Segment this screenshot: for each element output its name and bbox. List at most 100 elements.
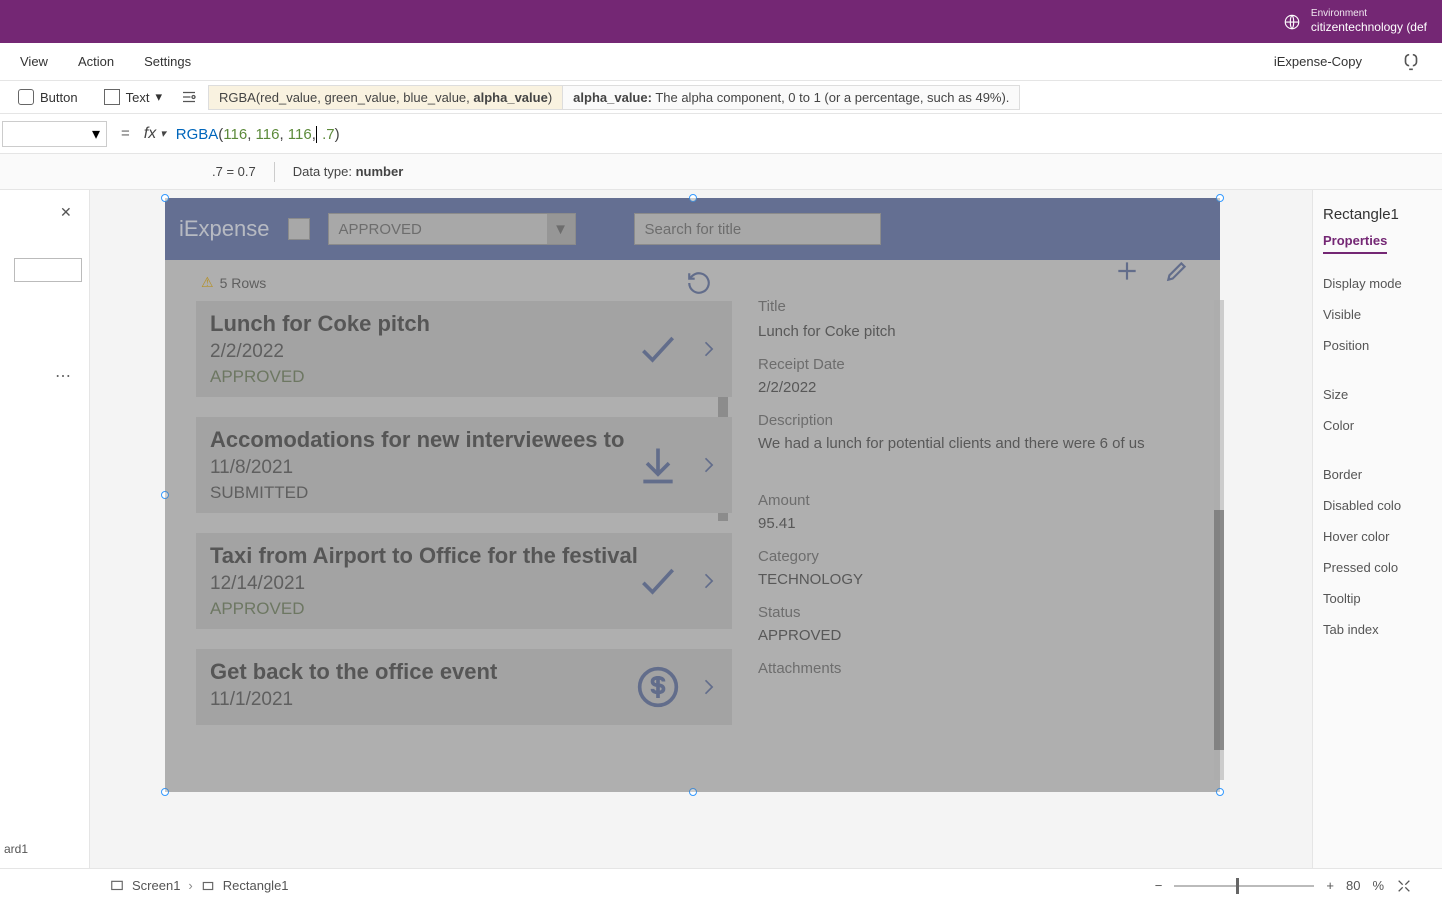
environment-value: citizentechnology (def [1311, 20, 1427, 36]
expense-card[interactable]: Accomodations for new interviewees to11/… [196, 417, 732, 513]
detail-date-value: 2/2/2022 [758, 379, 1202, 396]
property-row[interactable]: Tab index [1323, 614, 1432, 645]
tree-view-pane: ✕ ⋯ [0, 190, 90, 902]
formula-input[interactable]: RGBA(116, 116, 116, .7) [166, 125, 1442, 143]
zoom-slider[interactable] [1174, 885, 1314, 887]
detail-date-label: Receipt Date [758, 356, 1202, 373]
expense-detail-pane: Title Lunch for Coke pitch Receipt Date … [740, 260, 1220, 792]
expense-card[interactable]: Get back to the office event11/1/2021 [196, 649, 732, 725]
settings-icon[interactable] [180, 88, 198, 106]
insert-text[interactable]: Text ▾ [96, 85, 170, 109]
add-icon[interactable] [1114, 258, 1140, 284]
search-tree-input[interactable] [14, 258, 82, 282]
edit-icon[interactable] [1164, 258, 1190, 284]
property-row[interactable]: Size [1323, 379, 1432, 410]
file-name: iExpense-Copy [1274, 54, 1362, 69]
text-label: Text [126, 90, 150, 105]
chevron-right-icon[interactable] [698, 564, 718, 598]
result-value: .7 = 0.7 [212, 164, 256, 179]
environment-icon [1283, 13, 1301, 31]
property-row[interactable]: Border [1323, 459, 1432, 490]
status-icon [636, 665, 680, 709]
property-row[interactable]: Pressed colo [1323, 552, 1432, 583]
detail-status-label: Status [758, 604, 1202, 621]
app-checker-icon[interactable] [1400, 51, 1422, 73]
text-icon [104, 89, 120, 105]
chevron-down-icon: ▾ [155, 89, 162, 105]
insert-toolbar: Button Text ▾ RGBA(red_value, green_valu… [0, 81, 1442, 114]
fx-label[interactable]: fx▾ [144, 125, 166, 143]
chevron-right-icon[interactable] [698, 448, 718, 482]
property-row[interactable]: Display mode [1323, 268, 1432, 299]
dropdown-value: APPROVED [339, 221, 422, 238]
tree-node-label: ard1 [4, 842, 28, 856]
property-row[interactable]: Disabled colo [1323, 490, 1432, 521]
chevron-right-icon: › [188, 878, 192, 893]
button-icon [18, 89, 34, 105]
title-bar: Environment citizentechnology (def [0, 0, 1442, 43]
breadcrumb-element[interactable]: Rectangle1 [223, 878, 289, 893]
menu-view[interactable]: View [20, 54, 48, 69]
zoom-value: 80 [1346, 878, 1360, 893]
detail-status-value: APPROVED [758, 627, 1202, 644]
zoom-out-icon[interactable]: − [1155, 878, 1163, 893]
environment-label: Environment [1311, 7, 1427, 20]
app-header: iExpense APPROVED ▼ Search for title [165, 198, 1220, 260]
properties-tab[interactable]: Properties [1323, 233, 1387, 254]
chevron-down-icon: ▼ [547, 214, 575, 244]
rect-icon [201, 879, 215, 893]
chevron-right-icon[interactable] [698, 670, 718, 704]
zoom-percent: % [1372, 878, 1384, 893]
status-icon [636, 443, 680, 487]
insert-button[interactable]: Button [10, 85, 86, 109]
formula-signature: RGBA(red_value, green_value, blue_value,… [208, 85, 563, 110]
detail-desc-value: We had a lunch for potential clients and… [758, 435, 1202, 452]
search-input[interactable]: Search for title [634, 213, 881, 245]
button-label: Button [40, 90, 78, 105]
zoom-in-icon[interactable]: + [1326, 878, 1334, 893]
detail-scrollbar-thumb[interactable] [1214, 510, 1224, 750]
status-icon [636, 327, 680, 371]
canvas-area: iExpense APPROVED ▼ Search for title ⚠ [90, 190, 1312, 902]
property-row[interactable]: Position [1323, 330, 1432, 361]
row-count: ⚠ 5 Rows [201, 274, 732, 291]
menu-settings[interactable]: Settings [144, 54, 191, 69]
expense-list-pane: ⚠ 5 Rows Lunch for Coke pitch2/2/2022APP… [165, 260, 740, 792]
property-row[interactable]: Color [1323, 410, 1432, 441]
expense-card[interactable]: Lunch for Coke pitch2/2/2022APPROVED [196, 301, 732, 397]
detail-amount-value: 95.41 [758, 515, 1202, 532]
close-icon[interactable]: ✕ [60, 204, 72, 221]
detail-title-value: Lunch for Coke pitch [758, 323, 1202, 340]
property-row[interactable]: Visible [1323, 299, 1432, 330]
property-selector[interactable]: ▾ [2, 121, 107, 147]
detail-category-value: TECHNOLOGY [758, 571, 1202, 588]
property-row[interactable]: Tooltip [1323, 583, 1432, 614]
more-icon[interactable]: ⋯ [55, 366, 73, 386]
screen-icon [110, 879, 124, 893]
refresh-icon[interactable] [686, 270, 712, 296]
expense-card[interactable]: Taxi from Airport to Office for the fest… [196, 533, 732, 629]
breadcrumb-screen[interactable]: Screen1 [132, 878, 180, 893]
detail-amount-label: Amount [758, 492, 1202, 509]
fit-icon[interactable] [1396, 878, 1412, 894]
search-placeholder: Search for title [645, 221, 742, 238]
formula-param-help: alpha_value: The alpha component, 0 to 1… [563, 85, 1020, 110]
command-bar: View Action Settings iExpense-Copy [0, 43, 1442, 81]
datatype-label: Data type: number [293, 164, 404, 179]
equals-sign: = [107, 125, 144, 142]
status-dropdown[interactable]: APPROVED ▼ [328, 213, 576, 245]
detail-desc-label: Description [758, 412, 1202, 429]
menu-action[interactable]: Action [78, 54, 114, 69]
property-row[interactable]: Hover color [1323, 521, 1432, 552]
app-canvas[interactable]: iExpense APPROVED ▼ Search for title ⚠ [165, 198, 1220, 792]
detail-attachments-label: Attachments [758, 660, 1202, 677]
selected-element-name: Rectangle1 [1323, 206, 1432, 223]
filter-checkbox[interactable] [288, 218, 310, 240]
status-icon [636, 559, 680, 603]
properties-pane: Rectangle1 Properties Display modeVisibl… [1312, 190, 1442, 902]
app-title: iExpense [179, 216, 270, 242]
chevron-right-icon[interactable] [698, 332, 718, 366]
warning-icon: ⚠ [201, 274, 214, 291]
status-bar: Screen1 › Rectangle1 − + 80 % [0, 868, 1442, 902]
formula-bar: ▾ = fx▾ RGBA(116, 116, 116, .7) [0, 114, 1442, 154]
